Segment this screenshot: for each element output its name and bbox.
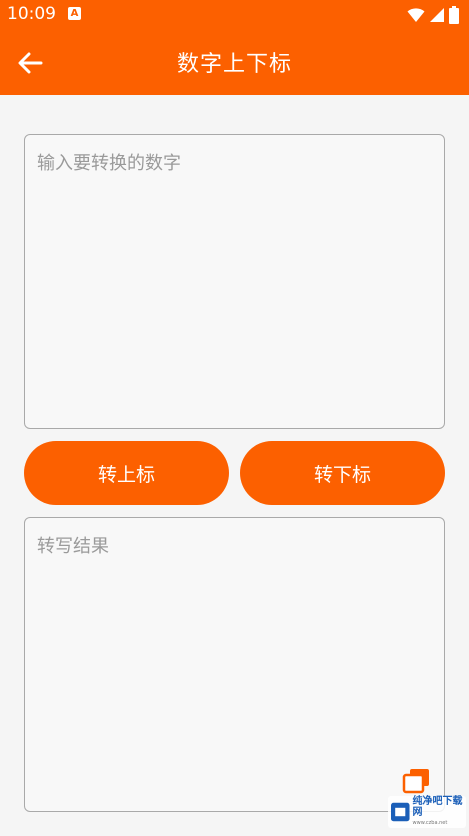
result-output[interactable] xyxy=(24,517,445,812)
signal-icon xyxy=(430,8,444,22)
number-input[interactable] xyxy=(24,134,445,429)
status-time: 10:09 xyxy=(7,4,56,24)
watermark-logo-icon xyxy=(391,802,410,822)
superscript-button[interactable]: 转上标 xyxy=(24,441,229,505)
battery-icon xyxy=(449,6,459,24)
toolbar: 数字上下标 xyxy=(0,30,469,95)
wifi-icon xyxy=(407,8,425,22)
subscript-button[interactable]: 转下标 xyxy=(240,441,445,505)
app-header: 10:09 A 数字上下标 xyxy=(0,0,469,95)
status-icons xyxy=(407,6,459,24)
watermark-title: 纯净吧下载网 xyxy=(412,795,463,818)
page-title: 数字上下标 xyxy=(176,52,292,77)
watermark-text: 纯净吧下载网 www.czba.net xyxy=(413,796,463,829)
copy-button[interactable] xyxy=(402,768,430,794)
copy-icon xyxy=(402,769,429,794)
watermark-subtext: www.czba.net xyxy=(412,819,448,826)
watermark: 纯净吧下载网 www.czba.net xyxy=(388,796,466,828)
status-bar: 10:09 A xyxy=(0,0,469,30)
notification-icon: A xyxy=(68,7,81,20)
